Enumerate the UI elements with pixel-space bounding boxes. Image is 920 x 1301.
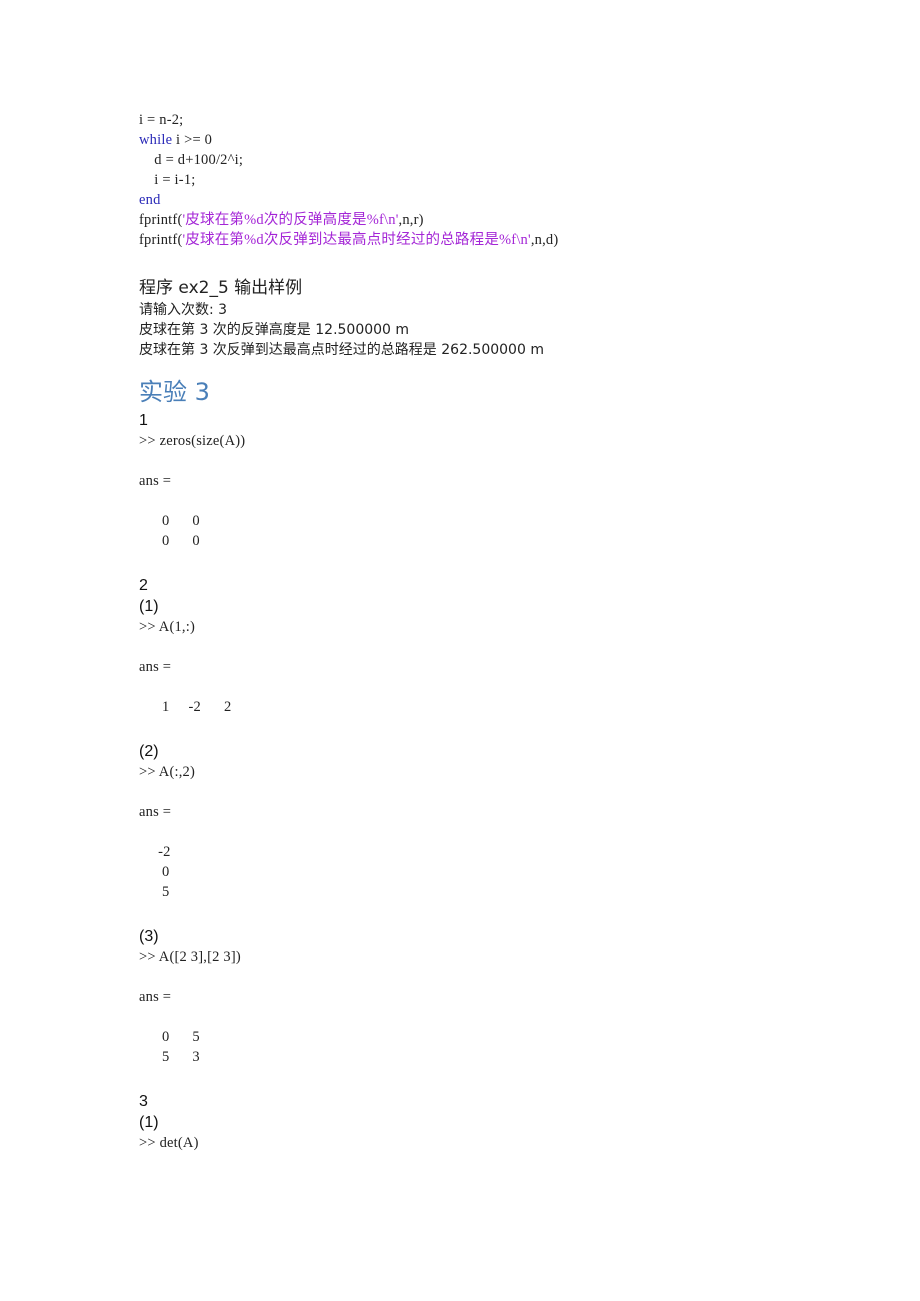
code-text: fprintf( xyxy=(139,212,183,228)
result-row: 0 0 xyxy=(139,533,200,549)
part-label: (2) xyxy=(139,743,159,760)
result-row: 0 xyxy=(139,864,170,880)
code-text: i >= 0 xyxy=(172,132,213,148)
code-text: fprintf( xyxy=(139,232,183,248)
command-line: >> zeros(size(A)) xyxy=(139,433,246,449)
result-row: 1 -2 2 xyxy=(139,699,232,715)
result-row: 0 0 xyxy=(139,513,200,529)
string-literal: '皮球在第%d次反弹到达最高点时经过的总路程是%f\n' xyxy=(182,232,531,248)
result-row: -2 xyxy=(139,844,171,860)
result-row: 5 xyxy=(139,884,170,900)
command-line: >> det(A) xyxy=(139,1135,199,1151)
output-line: 请输入次数: 3 xyxy=(139,302,228,318)
question-number: 1 xyxy=(139,412,148,429)
code-text: ,n,r) xyxy=(398,212,424,228)
ans-label: ans = xyxy=(139,473,172,489)
command-line: >> A(1,:) xyxy=(139,619,196,635)
document-page: i = n-2; while i >= 0 d = d+100/2^i; i =… xyxy=(139,110,839,1153)
code-line: end xyxy=(139,190,839,210)
output-line: 皮球在第 3 次的反弹高度是 12.500000 m xyxy=(139,322,410,338)
command-line: >> A([2 3],[2 3]) xyxy=(139,949,241,965)
question-number: 3 xyxy=(139,1093,148,1110)
sample-output-title: 程序 ex2_5 输出样例 xyxy=(139,278,303,298)
experiment3-section: 实验 3 1 >> zeros(size(A)) ans = 0 0 0 0 2… xyxy=(139,374,839,1153)
part-label: (1) xyxy=(139,598,159,615)
code-text: ,n,d) xyxy=(530,232,559,248)
string-literal: '皮球在第%d次的反弹高度是%f\n' xyxy=(182,212,399,228)
code-line: fprintf('皮球在第%d次反弹到达最高点时经过的总路程是%f\n',n,d… xyxy=(139,230,839,250)
code-line: i = i-1; xyxy=(139,172,196,188)
command-line: >> A(:,2) xyxy=(139,764,196,780)
part-label: (3) xyxy=(139,928,159,945)
ans-label: ans = xyxy=(139,659,172,675)
result-row: 0 5 xyxy=(139,1029,200,1045)
sample-output-section: 程序 ex2_5 输出样例 请输入次数: 3 皮球在第 3 次的反弹高度是 12… xyxy=(139,276,839,360)
keyword: end xyxy=(139,192,161,208)
question-number: 2 xyxy=(139,577,148,594)
part-label: (1) xyxy=(139,1114,159,1131)
code-line: fprintf('皮球在第%d次的反弹高度是%f\n',n,r) xyxy=(139,210,839,230)
code-line: while i >= 0 xyxy=(139,130,839,150)
output-line: 皮球在第 3 次反弹到达最高点时经过的总路程是 262.500000 m xyxy=(139,342,544,358)
code-line: i = n-2; xyxy=(139,112,184,128)
section-heading: 实验 3 xyxy=(139,378,210,406)
ans-label: ans = xyxy=(139,804,172,820)
keyword: while xyxy=(139,132,173,148)
code-line: d = d+100/2^i; xyxy=(139,152,244,168)
code-block: i = n-2; while i >= 0 d = d+100/2^i; i =… xyxy=(139,110,839,250)
result-row: 5 3 xyxy=(139,1049,200,1065)
ans-label: ans = xyxy=(139,989,172,1005)
